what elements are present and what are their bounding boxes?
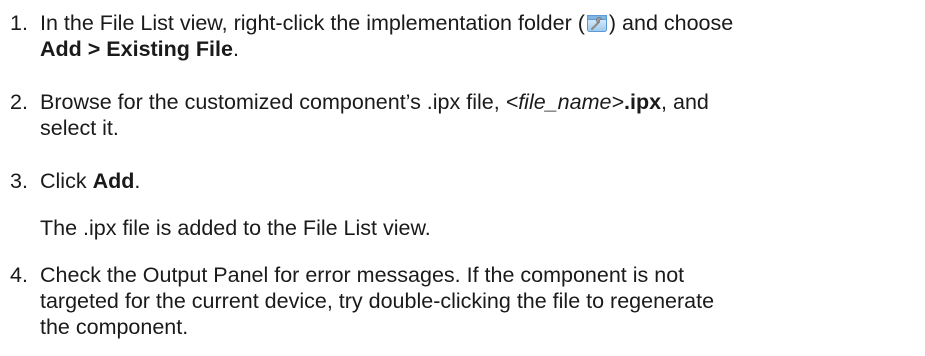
step-line: targeted for the current device, try dou… xyxy=(40,289,715,313)
step-text: Click Add. xyxy=(40,168,140,194)
implementation-folder-icon xyxy=(586,12,608,34)
menu-command: Add > Existing File xyxy=(40,37,233,61)
instruction-steps: 1. In the File List view, right-click th… xyxy=(0,0,925,356)
step-line: In the File List view, right-click the i… xyxy=(40,10,733,36)
step-number: 2. xyxy=(10,90,28,114)
step-line: the component. xyxy=(40,315,189,339)
step-line: Click Add. xyxy=(40,168,140,194)
step-text-fragment: . xyxy=(232,37,239,61)
step-text-fragment: . xyxy=(134,169,141,193)
filename-placeholder: <file_name> xyxy=(505,90,624,114)
step-line: Add > Existing File. xyxy=(40,36,733,62)
step-number: 4. xyxy=(10,263,28,287)
step-text-fragment: , and xyxy=(661,90,709,114)
step-text-fragment: Click xyxy=(40,169,93,193)
step-line: Check the Output Panel for error message… xyxy=(40,263,685,287)
step-text-fragment: ) and choose xyxy=(608,11,734,35)
step-text-fragment: Browse for the customized component’s .i… xyxy=(40,90,506,114)
step-text: Browse for the customized component’s .i… xyxy=(40,89,709,141)
step-text-fragment: In the File List view, right-click the i… xyxy=(40,11,585,35)
step-text: Check the Output Panel for error message… xyxy=(40,262,714,340)
file-extension: .ipx xyxy=(624,90,662,114)
step-result-text: The .ipx file is added to the File List … xyxy=(40,215,431,241)
step-number: 1. xyxy=(10,11,28,35)
step-number: 3. xyxy=(10,169,28,193)
step-line: The .ipx file is added to the File List … xyxy=(40,216,431,240)
step-text: In the File List view, right-click the i… xyxy=(40,10,733,62)
step-line: select it. xyxy=(40,116,119,140)
step-line: Browse for the customized component’s .i… xyxy=(40,89,709,115)
button-name: Add xyxy=(92,169,135,193)
